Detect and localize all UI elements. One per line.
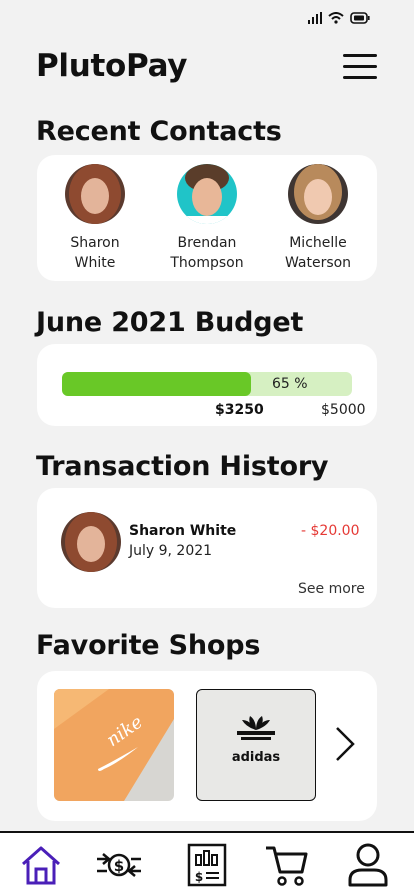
recent-contacts-title: Recent Contacts bbox=[36, 116, 282, 147]
bottom-navigation: $ $ bbox=[0, 831, 414, 896]
favorite-shops-card: nike adidas bbox=[37, 671, 377, 821]
app-title: PlutoPay bbox=[36, 48, 188, 84]
profile-icon[interactable] bbox=[344, 841, 392, 889]
contact-first-name: Sharon bbox=[70, 235, 120, 251]
chevron-right-icon[interactable] bbox=[333, 726, 357, 762]
budget-title: June 2021 Budget bbox=[36, 307, 304, 338]
favorite-shops-title: Favorite Shops bbox=[36, 630, 261, 661]
signal-icon bbox=[308, 12, 322, 24]
transaction-name: Sharon White bbox=[129, 523, 237, 539]
budget-card: 65 % $3250 $5000 bbox=[37, 344, 377, 426]
contact-last-name: White bbox=[74, 255, 116, 271]
contact-last-name: Thompson bbox=[170, 255, 244, 271]
contact-sharon-white[interactable]: Sharon White bbox=[40, 164, 150, 273]
transaction-amount: - $20.00 bbox=[301, 523, 360, 539]
transfer-money-icon[interactable]: $ bbox=[95, 841, 143, 889]
contact-first-name: Michelle bbox=[289, 235, 347, 251]
budget-limit: $5000 bbox=[321, 402, 366, 418]
contact-brendan-thompson[interactable]: Brendan Thompson bbox=[152, 164, 262, 273]
home-icon[interactable] bbox=[17, 841, 65, 889]
avatar bbox=[61, 512, 121, 572]
battery-icon bbox=[350, 12, 370, 24]
budget-percent-label: 65 % bbox=[272, 376, 308, 392]
contact-first-name: Brendan bbox=[177, 235, 237, 251]
transaction-history-title: Transaction History bbox=[36, 451, 329, 482]
cart-icon[interactable] bbox=[263, 841, 311, 889]
budget-progress-bar: 65 % bbox=[62, 372, 352, 396]
svg-text:$: $ bbox=[114, 857, 124, 875]
budget-progress-fill bbox=[62, 372, 251, 396]
recent-contacts-card: Sharon White Brendan Thompson Michelle W… bbox=[37, 155, 377, 281]
avatar bbox=[288, 164, 348, 224]
shop-nike[interactable]: nike bbox=[54, 689, 174, 801]
transaction-date: July 9, 2021 bbox=[129, 543, 213, 559]
transaction-history-card: Sharon White July 9, 2021 - $20.00 See m… bbox=[37, 488, 377, 608]
status-bar bbox=[308, 12, 370, 24]
contact-michelle-waterson[interactable]: Michelle Waterson bbox=[263, 164, 373, 273]
wifi-icon bbox=[328, 12, 344, 24]
avatar bbox=[177, 164, 237, 224]
statement-icon[interactable]: $ bbox=[183, 841, 231, 889]
adidas-logo: adidas bbox=[232, 750, 281, 765]
shop-adidas[interactable]: adidas bbox=[196, 689, 316, 801]
contact-last-name: Waterson bbox=[284, 255, 352, 271]
menu-icon[interactable] bbox=[343, 54, 377, 80]
see-more-link[interactable]: See more bbox=[298, 581, 365, 597]
svg-text:$: $ bbox=[195, 870, 203, 884]
budget-spent: $3250 bbox=[215, 402, 264, 418]
avatar bbox=[65, 164, 125, 224]
